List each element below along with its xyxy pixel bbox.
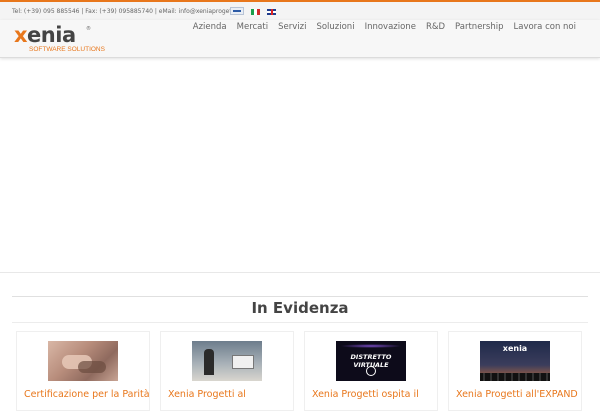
- nav-partnership[interactable]: Partnership: [455, 20, 503, 34]
- card-thumbnail-expand[interactable]: xenia: [480, 341, 550, 381]
- registered-mark: ®: [86, 26, 91, 32]
- featured-card[interactable]: xenia Xenia Progetti all'EXPAND: [448, 331, 582, 411]
- card-title[interactable]: Certificazione per la Parità: [24, 389, 154, 400]
- nav-soluzioni[interactable]: Soluzioni: [316, 20, 354, 34]
- featured-card[interactable]: Certificazione per la Parità: [16, 331, 150, 411]
- section-bottom-divider: [12, 322, 588, 323]
- section-top-divider: [12, 296, 588, 297]
- card-thumbnail-hands[interactable]: [48, 341, 118, 381]
- featured-card[interactable]: Xenia Progetti al: [160, 331, 294, 411]
- nav-lavora-con-noi[interactable]: Lavora con noi: [514, 20, 577, 34]
- xenia-logo[interactable]: xenia ® SOFTWARE SOLUTIONS: [12, 23, 122, 55]
- card-thumbnail-event[interactable]: [192, 341, 262, 381]
- featured-cards: Certificazione per la Parità Xenia Proge…: [16, 331, 592, 411]
- nav-innovazione[interactable]: Innovazione: [365, 20, 416, 34]
- logo-wordmark: xenia: [14, 23, 76, 47]
- nav-rd[interactable]: R&D: [426, 20, 445, 34]
- contact-bar: Tel: (+39) 095 885546 | Fax: (+39) 09588…: [0, 2, 600, 20]
- featured-section-title: In Evidenza: [251, 299, 349, 317]
- hero-divider: [0, 272, 600, 273]
- featured-card[interactable]: DISTRETTO VIRTUALE Xenia Progetti ospita…: [304, 331, 438, 411]
- nav-servizi[interactable]: Servizi: [278, 20, 306, 34]
- card-thumbnail-distretto[interactable]: DISTRETTO VIRTUALE: [336, 341, 406, 381]
- logo-tagline: SOFTWARE SOLUTIONS: [29, 46, 105, 53]
- main-nav: Azienda Mercati Servizi Soluzioni Innova…: [193, 20, 576, 34]
- site-header: xenia ® SOFTWARE SOLUTIONS Azienda Merca…: [0, 20, 600, 58]
- english-flag-icon[interactable]: [267, 9, 276, 15]
- nav-mercati[interactable]: Mercati: [237, 20, 268, 34]
- card-title[interactable]: Xenia Progetti al: [168, 389, 298, 400]
- certification-badge-icon: [230, 7, 244, 15]
- card-title[interactable]: Xenia Progetti all'EXPAND: [456, 389, 586, 400]
- nav-azienda[interactable]: Azienda: [193, 20, 227, 34]
- card-title[interactable]: Xenia Progetti ospita il: [312, 389, 442, 400]
- italian-flag-icon[interactable]: [251, 9, 260, 15]
- contact-info: Tel: (+39) 095 885546 | Fax: (+39) 09588…: [12, 8, 242, 15]
